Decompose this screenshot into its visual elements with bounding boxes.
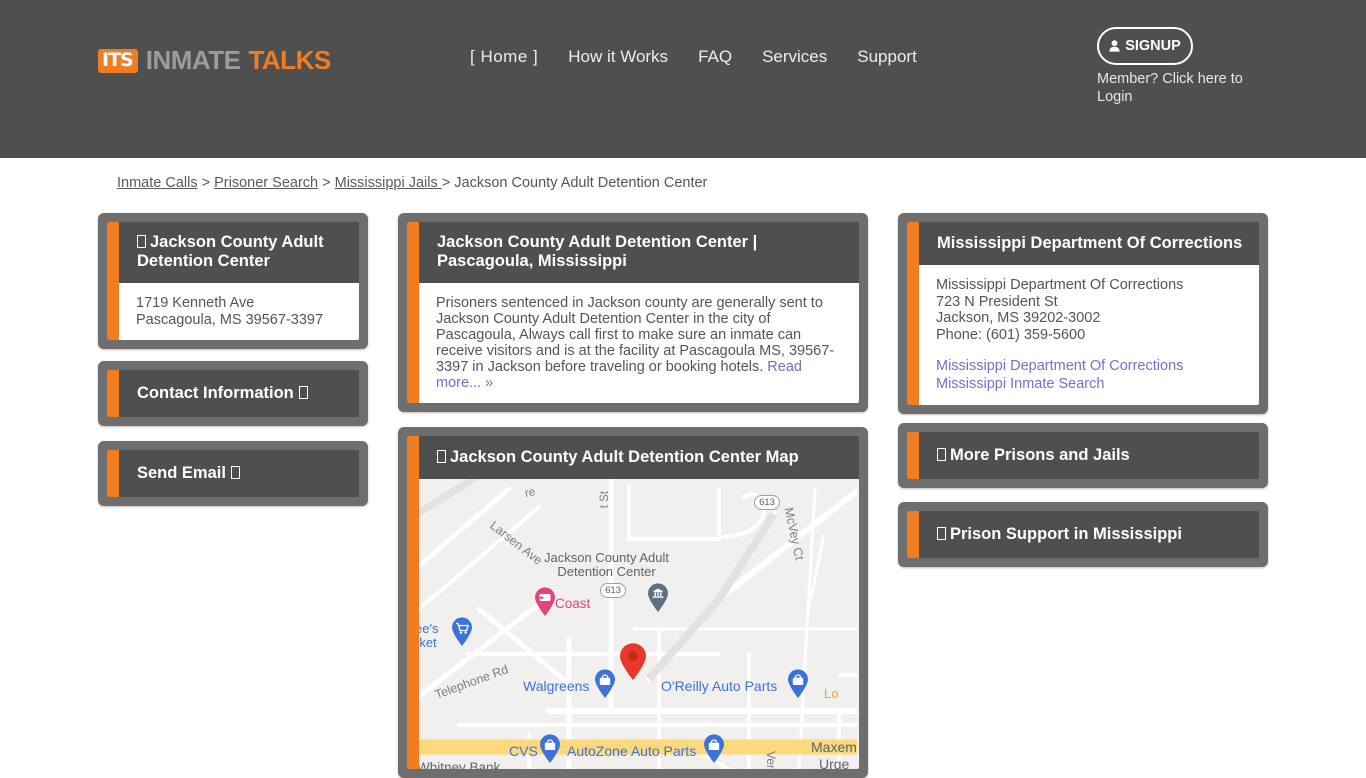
- map-pin-oreilly[interactable]: [787, 669, 809, 699]
- nav-item-how-it-works[interactable]: How it Works: [568, 47, 668, 67]
- list-icon: [937, 448, 946, 461]
- send-email-card[interactable]: Send Email: [98, 441, 368, 506]
- facility-address-line1: 1719 Kenneth Ave: [136, 295, 255, 311]
- facility-card: Jackson County Adult Detention Center 17…: [98, 213, 368, 349]
- breadcrumb-separator: >: [318, 175, 335, 191]
- more-prisons-title: More Prisons and Jails: [950, 446, 1130, 464]
- more-prisons-card[interactable]: More Prisons and Jails: [898, 423, 1268, 488]
- accent-bar: [107, 370, 119, 417]
- breadcrumb-item-mississippi-jails[interactable]: Mississippi Jails: [335, 175, 442, 191]
- contact-information-title: Contact Information: [137, 384, 294, 402]
- accent-bar: [907, 432, 919, 479]
- main-navigation: [ Home ] How it Works FAQ Services Suppo…: [470, 47, 917, 67]
- site-logo[interactable]: ITS INMATE TALKS: [98, 45, 331, 76]
- nav-item-faq[interactable]: FAQ: [698, 47, 732, 67]
- breadcrumb-item-inmate-calls[interactable]: Inmate Calls: [117, 175, 198, 191]
- map-pin-lodging-coast[interactable]: [534, 587, 556, 617]
- map-pin-cvs[interactable]: [539, 734, 561, 764]
- overview-card: Jackson County Adult Detention Center | …: [398, 213, 868, 412]
- doc-link-inmate-search[interactable]: Mississippi Inmate Search: [936, 375, 1245, 393]
- nav-item-support[interactable]: Support: [857, 47, 917, 67]
- prison-support-header[interactable]: Prison Support in Mississippi: [919, 511, 1259, 558]
- map-pin-main-location[interactable]: [619, 643, 647, 681]
- map-pin-walgreens[interactable]: [594, 669, 616, 699]
- facility-address-line2: Pascagoula, MS 39567-3397: [136, 311, 324, 328]
- map-title: Jackson County Adult Detention Center Ma…: [450, 448, 799, 466]
- login-link[interactable]: Member? Click here to Login: [1097, 70, 1257, 106]
- prison-support-card[interactable]: Prison Support in Mississippi: [898, 502, 1268, 567]
- contact-information-header[interactable]: Contact Information: [119, 370, 359, 417]
- overview-body: Prisoners sentenced in Jackson county ar…: [419, 283, 859, 403]
- facility-card-header: Jackson County Adult Detention Center: [119, 222, 359, 283]
- contact-information-card[interactable]: Contact Information: [98, 361, 368, 426]
- doc-name: Mississippi Department Of Corrections: [936, 277, 1184, 293]
- signup-label: SIGNUP: [1125, 38, 1181, 54]
- doc-city: Jackson, MS 39202-3002: [936, 310, 1101, 326]
- map-header: Jackson County Adult Detention Center Ma…: [419, 436, 859, 479]
- support-icon: [937, 527, 946, 540]
- map-route-shield-613-top: 613: [754, 495, 780, 510]
- accent-bar: [107, 222, 119, 340]
- map-pin-autozone[interactable]: [703, 734, 725, 764]
- logo-badge-its: ITS: [98, 48, 138, 73]
- department-of-corrections-card: Mississippi Department Of Corrections Mi…: [898, 213, 1268, 414]
- doc-street: 723 N President St: [936, 293, 1058, 310]
- send-email-title: Send Email: [137, 464, 226, 482]
- breadcrumb-current: Jackson County Adult Detention Center: [454, 175, 708, 191]
- doc-phone: Phone: (601) 359-5600: [936, 326, 1086, 343]
- accent-bar: [107, 450, 119, 497]
- map-marker-icon: [437, 450, 446, 463]
- breadcrumb: Inmate Calls > Prisoner Search > Mississ…: [117, 175, 707, 191]
- logo-text-inmate: INMATE: [145, 45, 241, 75]
- map-viewport[interactable]: re t St Larsen Ave McVey Ct Telephone Rd…: [419, 479, 859, 769]
- doc-header: Mississippi Department Of Corrections: [919, 222, 1259, 265]
- breadcrumb-item-prisoner-search[interactable]: Prisoner Search: [214, 175, 318, 191]
- doc-body: Mississippi Department Of Corrections 72…: [919, 265, 1259, 405]
- facility-title: Jackson County Adult Detention Center: [137, 233, 324, 270]
- building-icon: [137, 235, 146, 248]
- facility-address: 1719 Kenneth Ave Pascagoula, MS 39567-33…: [119, 283, 359, 340]
- phone-icon: [298, 386, 308, 399]
- map-pin-grocery[interactable]: [451, 617, 473, 647]
- map-route-shield-613-mid: 613: [600, 583, 626, 598]
- map-roads: [419, 479, 857, 769]
- signup-button[interactable]: SIGNUP: [1097, 27, 1193, 65]
- user-icon: [1109, 40, 1120, 52]
- accent-bar: [907, 511, 919, 558]
- doc-link-corrections[interactable]: Mississippi Department Of Corrections: [936, 357, 1245, 375]
- site-header: ITS INMATE TALKS [ Home ] How it Works FA…: [0, 0, 1366, 158]
- overview-header: Jackson County Adult Detention Center | …: [419, 222, 859, 283]
- nav-item-home[interactable]: [ Home ]: [470, 47, 538, 67]
- accent-bar: [407, 436, 419, 769]
- prison-support-title: Prison Support in Mississippi: [950, 525, 1182, 543]
- map-card: Jackson County Adult Detention Center Ma…: [398, 427, 868, 778]
- read-more-chevron[interactable]: »: [485, 375, 493, 391]
- accent-bar: [907, 222, 919, 405]
- nav-item-services[interactable]: Services: [762, 47, 827, 67]
- envelope-icon: [230, 466, 240, 479]
- logo-text-talks: TALKS: [248, 45, 331, 75]
- breadcrumb-separator: >: [197, 175, 215, 191]
- more-prisons-header[interactable]: More Prisons and Jails: [919, 432, 1259, 479]
- breadcrumb-separator: >: [441, 175, 455, 191]
- accent-bar: [407, 222, 419, 403]
- send-email-header[interactable]: Send Email: [119, 450, 359, 497]
- map-pin-civic[interactable]: [647, 583, 669, 613]
